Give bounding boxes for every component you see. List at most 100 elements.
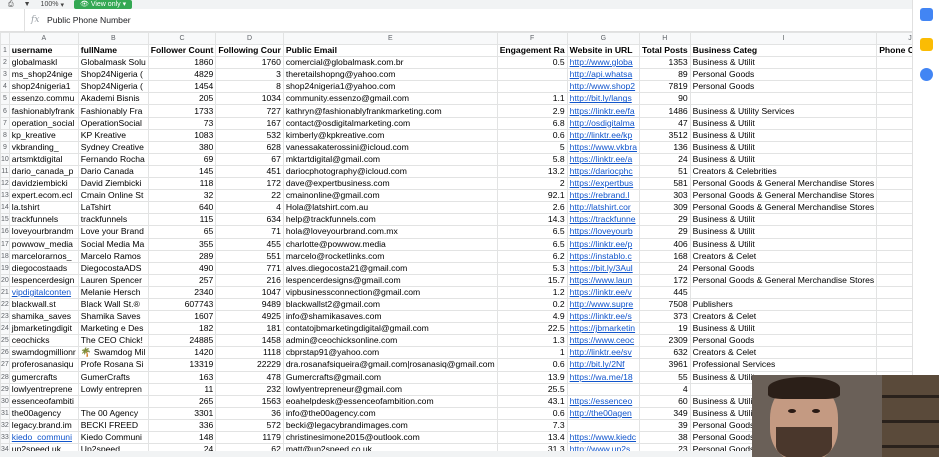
cell[interactable]: https://instablo.c [566,249,640,263]
row-number[interactable]: 27 [0,358,10,372]
calendar-icon[interactable] [920,8,933,21]
cell[interactable]: Cmain Online St [77,189,149,203]
cell[interactable]: Personal Goods [689,80,878,94]
row-number[interactable]: 5 [0,92,10,106]
cell[interactable]: 0.6 [496,406,568,420]
cell[interactable]: Shop24Nigeria ( [77,80,149,94]
cell[interactable]: 182 [147,322,217,336]
row-number[interactable]: 16 [0,225,10,239]
cell[interactable] [876,189,912,203]
cell[interactable]: 1454 [147,80,217,94]
cell[interactable]: 1 [876,334,912,348]
cell[interactable]: info@the00agency.com [282,406,498,420]
cell[interactable]: 0.6 [496,358,568,372]
cell[interactable]: 148 [147,430,217,445]
cell[interactable]: https://expertbus [566,177,640,191]
cell[interactable]: 47 [638,116,691,130]
horizontal-scrollbar[interactable] [0,451,752,457]
cell[interactable]: David Ziembicki [77,177,149,191]
cell[interactable]: 38 [638,430,691,445]
header-cell[interactable]: Engagement Ra [496,43,568,58]
row-number[interactable]: 25 [0,334,10,348]
cell[interactable]: Personal Goods [689,68,878,82]
cell[interactable]: loveyourbrandm [8,225,79,239]
cell[interactable]: shop24nigeria1@yahoo.com [282,80,498,94]
cell[interactable]: 49 [876,213,912,227]
cell[interactable]: 5.3 [496,261,568,275]
cell[interactable]: 6.5 [496,237,568,251]
cell[interactable]: 55 [876,249,912,263]
cell[interactable]: 172 [215,177,284,191]
cell[interactable]: la.tshirt [8,201,79,215]
cell[interactable]: Akademi Bisnis [77,92,149,106]
cell[interactable]: 0.6 [496,128,568,142]
cell[interactable]: essenzo.commu [8,92,79,106]
cell[interactable] [496,80,568,94]
cell[interactable]: Business & Utilit [689,225,878,239]
cell[interactable]: legacy.brand.im [8,418,79,433]
cell[interactable]: 303 [638,189,691,203]
cell[interactable] [876,177,912,191]
cell[interactable]: 1 [876,285,912,299]
cell[interactable]: hola@loveyourbrand.com.mx [282,225,498,239]
cell[interactable]: http://the00agen [566,406,640,420]
cell[interactable]: 380 [147,140,217,154]
cell[interactable]: 25.5 [496,382,568,396]
cell[interactable] [876,273,912,287]
cell[interactable]: https://www.ceoc [566,334,640,348]
cell[interactable]: 22 [215,189,284,203]
cell[interactable]: https://rebrand.l [566,189,640,203]
row-number[interactable]: 32 [0,418,10,433]
header-cell[interactable]: Following Cour [215,43,284,58]
cell[interactable]: 2309 [638,334,691,348]
cell[interactable]: 451 [215,164,284,179]
column-header-f[interactable]: F [496,32,568,45]
cell[interactable]: Business & Utilit [689,322,878,336]
cell[interactable]: 145 [147,164,217,179]
cell[interactable]: vipdigitalconten [8,285,79,299]
cell[interactable]: powwow_media [8,237,79,251]
cell[interactable]: 2 [496,177,568,191]
cell[interactable]: Lowly entrepren [77,382,149,396]
cell[interactable]: info@shamikasaves.com [282,310,498,324]
cell[interactable]: 373 [638,310,691,324]
zoom-select[interactable]: 100% ▾ [41,1,64,9]
cell[interactable]: ms_shop24nige [8,68,79,82]
cell[interactable]: 64 [876,237,912,251]
cell[interactable]: 1760 [215,56,284,70]
cell[interactable]: 455 [215,237,284,251]
cell[interactable]: 2340 [147,285,217,299]
cell[interactable]: artsmktdigital [8,152,79,166]
cell[interactable]: 51 [638,164,691,179]
cell[interactable]: 29 [638,225,691,239]
formula-input[interactable]: Public Phone Number [47,15,131,25]
cell[interactable]: Personal Goods & General Merchandise Sto… [689,177,878,191]
cell[interactable]: 3512 [638,128,691,142]
cell[interactable]: http://linktr.ee/kp [566,128,640,142]
column-header-b[interactable]: B [77,32,149,45]
cell[interactable]: 3961 [638,358,691,372]
cell[interactable]: 7.3 [496,418,568,433]
cell[interactable]: https://www.kiedc [566,430,640,445]
cell[interactable]: dra.rosanafsiqueira@gmail.com|rosanasiq@… [282,358,498,372]
cell[interactable]: Melanie Hersch [77,285,149,299]
row-number[interactable]: 26 [0,346,10,360]
cell[interactable]: 289 [147,249,217,263]
cell[interactable]: 1034 [215,92,284,106]
cell[interactable]: Fernando Rocha [77,152,149,166]
cell[interactable]: diegocostaads [8,261,79,275]
cell[interactable]: dave@expertbusiness.com [282,177,498,191]
cell[interactable]: Black Wall St.® [77,297,149,312]
cell[interactable]: https://essenceo [566,394,640,408]
cell[interactable]: 205 [147,92,217,106]
cell[interactable]: Creators & Celet [689,310,878,324]
cell[interactable]: Kiedo Communi [77,430,149,445]
cell[interactable]: http://api.whatsa [566,68,640,82]
cell[interactable]: 1860 [147,56,217,70]
cell[interactable]: Business & Utility Services [689,104,878,118]
cell[interactable]: https://wa.me/18 [566,370,640,384]
cell[interactable]: 1 [876,346,912,360]
cell[interactable]: gumercrafts [8,370,79,384]
cell[interactable]: 581 [638,177,691,191]
tasks-icon[interactable] [920,68,933,81]
